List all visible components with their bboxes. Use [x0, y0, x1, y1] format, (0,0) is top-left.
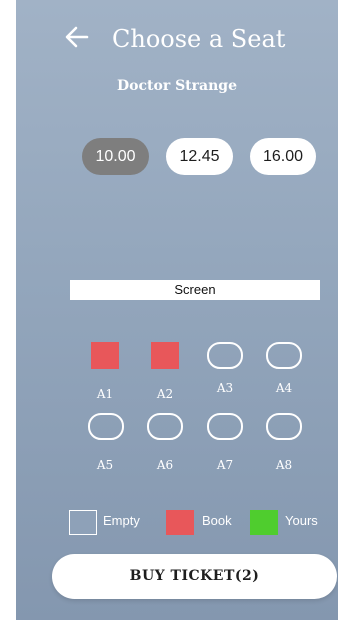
seat-a6[interactable] — [147, 413, 183, 440]
seat-a3[interactable] — [207, 342, 243, 369]
back-button[interactable] — [62, 22, 92, 52]
seat-label-a6: A6 — [156, 458, 174, 472]
arrow-left-icon — [65, 26, 89, 48]
legend-book-label: Book — [202, 513, 232, 528]
legend-yours-label: Yours — [285, 513, 318, 528]
seat-label-a5: A5 — [96, 458, 114, 472]
seat-a4[interactable] — [266, 342, 302, 369]
screen-label: Screen — [70, 280, 320, 300]
seat-a5[interactable] — [88, 413, 124, 440]
seat-label-a1: A1 — [96, 387, 114, 401]
seat-a7[interactable] — [207, 413, 243, 440]
seat-label-a4: A4 — [275, 381, 293, 395]
seat-a1[interactable] — [91, 342, 119, 369]
seat-label-a8: A8 — [275, 458, 293, 472]
showtime-button-3[interactable]: 16.00 — [250, 138, 316, 175]
legend-empty-label: Empty — [103, 513, 140, 528]
seat-a2[interactable] — [151, 342, 179, 369]
legend-book-swatch — [166, 510, 194, 535]
app-screen: Choose a Seat Doctor Strange 10.00 12.45… — [16, 0, 338, 620]
showtime-button-1[interactable]: 10.00 — [82, 138, 149, 175]
seat-a8[interactable] — [266, 413, 302, 440]
page-title: Choose a Seat — [112, 25, 286, 53]
showtime-button-2[interactable]: 12.45 — [166, 138, 233, 175]
seat-label-a3: A3 — [216, 381, 234, 395]
seat-label-a7: A7 — [216, 458, 234, 472]
legend-empty-swatch — [69, 510, 97, 535]
buy-ticket-button[interactable]: BUY TICKET(2) — [52, 554, 337, 599]
movie-title: Doctor Strange — [117, 78, 237, 94]
legend-yours-swatch — [250, 510, 278, 535]
seat-label-a2: A2 — [156, 387, 174, 401]
